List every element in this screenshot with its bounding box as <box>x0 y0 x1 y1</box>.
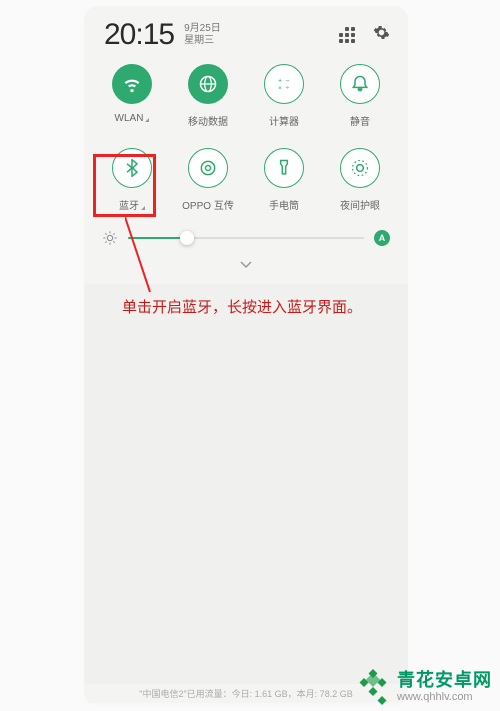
auto-brightness-toggle[interactable]: A <box>374 230 390 246</box>
brightness-row: A <box>84 216 408 254</box>
tile-wlan[interactable]: WLAN <box>94 60 170 132</box>
bluetooth-icon <box>112 148 152 188</box>
wifi-icon <box>112 64 152 104</box>
watermark-logo-icon <box>355 669 391 705</box>
panel-header: 20:15 9月25日 星期三 <box>84 6 408 60</box>
calc-icon: +−× ÷ <box>264 64 304 104</box>
phone-frame: 20:15 9月25日 星期三 WLAN 移动数据 +−× ÷ 计算器 静音蓝牙 OPPO … <box>84 6 408 706</box>
tile-calculator[interactable]: +−× ÷ 计算器 <box>246 60 322 132</box>
globe-icon <box>188 64 228 104</box>
tile-label: 移动数据 <box>188 113 228 128</box>
svg-text:×: × <box>278 85 282 92</box>
date-block: 9月25日 星期三 <box>184 23 221 48</box>
svg-text:+: + <box>278 77 282 84</box>
watermark: 青花安卓网 www.qhhlv.com <box>355 669 492 705</box>
tile-oppo-share[interactable]: OPPO 互传 <box>170 144 246 216</box>
flashlight-icon <box>264 148 304 188</box>
tile-night-mode[interactable]: 夜间护眼 <box>322 144 398 216</box>
chevron-down-icon <box>240 261 252 269</box>
tiles-grid: WLAN 移动数据 +−× ÷ 计算器 静音蓝牙 OPPO 互传 手电筒 夜间护眼 <box>84 60 408 216</box>
svg-text:÷: ÷ <box>286 85 290 92</box>
content-area <box>84 284 408 684</box>
settings-button[interactable] <box>373 24 390 46</box>
tile-label: WLAN <box>115 113 150 124</box>
watermark-title: 青花安卓网 <box>397 671 492 691</box>
brightness-slider[interactable] <box>128 237 364 239</box>
tile-silent[interactable]: 静音 <box>322 60 398 132</box>
tile-bluetooth[interactable]: 蓝牙 <box>94 144 170 216</box>
quick-settings-panel: 20:15 9月25日 星期三 WLAN 移动数据 +−× ÷ 计算器 静音蓝牙 OPPO … <box>84 6 408 284</box>
gear-icon <box>373 24 390 41</box>
brightness-icon <box>102 230 118 246</box>
date-text: 9月25日 <box>184 23 221 36</box>
share-icon <box>188 148 228 188</box>
eye-icon <box>340 148 380 188</box>
tile-flashlight[interactable]: 手电筒 <box>246 144 322 216</box>
tile-label: 静音 <box>350 113 370 128</box>
tile-label: 手电筒 <box>269 197 299 212</box>
svg-text:−: − <box>286 77 290 84</box>
clock-time: 20:15 <box>104 18 174 52</box>
tile-mobile-data[interactable]: 移动数据 <box>170 60 246 132</box>
bell-icon <box>340 64 380 104</box>
weekday-text: 星期三 <box>184 35 221 48</box>
watermark-url: www.qhhlv.com <box>397 691 492 703</box>
tile-label: 计算器 <box>269 113 299 128</box>
expand-panel-button[interactable] <box>84 254 408 276</box>
tile-label: 蓝牙 <box>119 197 145 212</box>
annotation-text: 单击开启蓝牙，长按进入蓝牙界面。 <box>122 296 362 317</box>
tile-label: OPPO 互传 <box>182 197 234 212</box>
edit-tiles-button[interactable] <box>339 27 355 43</box>
tile-label: 夜间护眼 <box>340 197 380 212</box>
grid-icon <box>339 27 355 43</box>
